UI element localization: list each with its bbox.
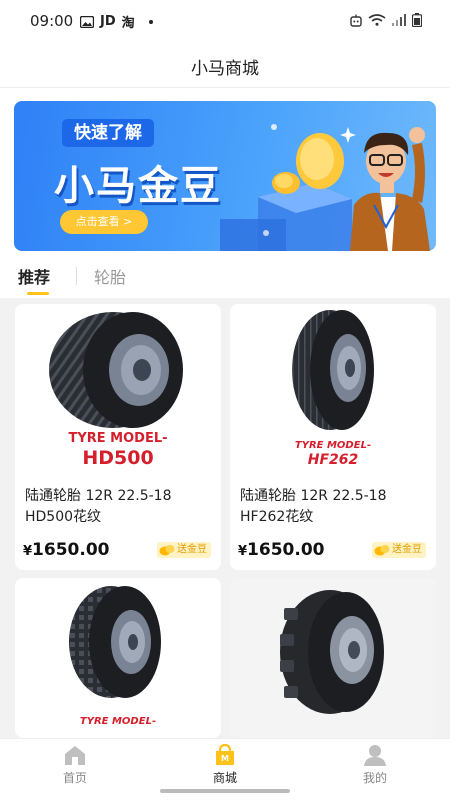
promo-banner[interactable]: 快速了解 小马金豆 点击查看 > — [14, 101, 436, 251]
status-time: 09:00 — [30, 12, 74, 30]
nav-mall-label: 商城 — [212, 771, 237, 785]
model-label: TYRE MODEL- — [79, 716, 157, 727]
product-image — [280, 590, 384, 714]
nav-home[interactable]: 首页 — [0, 739, 150, 800]
battery-icon — [412, 13, 422, 27]
model-code: HF262 — [307, 452, 359, 468]
badge-label: 送金豆 — [177, 544, 207, 555]
model-label: TYRE MODEL- — [68, 431, 168, 446]
gesture-bar[interactable] — [160, 789, 290, 793]
robot-icon — [350, 14, 362, 27]
banner-view-button[interactable]: 点击查看 > — [60, 210, 148, 234]
gold-bean-badge: 送金豆 — [372, 542, 426, 558]
product-name: 陆通轮胎 12R 22.5-18 HF262花纹 — [240, 488, 387, 525]
tab-tires[interactable]: 轮胎 — [94, 264, 126, 288]
profile-icon — [364, 745, 386, 766]
model-code: HD500 — [82, 447, 154, 469]
page-title: 小马商城 — [191, 59, 259, 79]
product-card[interactable]: TYRE MODEL- HD500 陆通轮胎 12R 22.5-18 HD500… — [15, 304, 221, 570]
price-value: 1650.00 — [32, 540, 110, 560]
product-card[interactable]: TYRE MODEL- HF262 陆通轮胎 12R 22.5-18 HF262… — [230, 304, 436, 570]
gold-bean-badge: 送金豆 — [157, 542, 211, 558]
signal-icon — [392, 14, 406, 26]
category-tabs: 推荐 轮胎 — [0, 256, 450, 298]
home-icon — [65, 746, 85, 765]
product-price: ¥1650.00 — [238, 540, 324, 560]
price-symbol: ¥ — [23, 544, 33, 559]
svg-text:M: M — [221, 754, 229, 763]
banner-tag: 快速了解 — [62, 119, 154, 147]
price-symbol: ¥ — [238, 544, 248, 559]
product-card[interactable] — [230, 578, 436, 738]
banner-section: 快速了解 小马金豆 点击查看 > — [0, 88, 450, 256]
product-image — [69, 586, 161, 698]
image-icon — [80, 15, 94, 28]
wifi-icon — [368, 14, 386, 26]
product-card[interactable]: TYRE MODEL- — [15, 578, 221, 738]
coin-icon — [374, 545, 390, 556]
model-label: TYRE MODEL- — [294, 440, 372, 451]
status-left-icons: JD 淘 — [80, 12, 153, 31]
status-bar: 09:00 JD 淘 — [0, 0, 450, 42]
jd-icon: JD — [100, 14, 116, 29]
tab-divider — [76, 267, 77, 285]
nav-profile[interactable]: 我的 — [300, 739, 450, 800]
nav-profile-label: 我的 — [362, 771, 387, 785]
product-name: 陆通轮胎 12R 22.5-18 HD500花纹 — [25, 488, 172, 525]
price-value: 1650.00 — [247, 540, 325, 560]
coin-icon — [159, 545, 175, 556]
title-bar: 小马商城 — [0, 42, 450, 88]
badge-label: 送金豆 — [392, 544, 422, 555]
banner-title: 小马金豆 — [54, 163, 222, 209]
mall-icon: M — [216, 743, 234, 765]
product-price: ¥1650.00 — [23, 540, 109, 560]
status-right-icons — [350, 13, 422, 27]
active-tab-indicator — [27, 292, 49, 295]
taobao-icon: 淘 — [121, 16, 135, 31]
dot-icon — [148, 19, 153, 24]
tab-recommend[interactable]: 推荐 — [18, 264, 50, 288]
nav-home-label: 首页 — [62, 771, 87, 785]
